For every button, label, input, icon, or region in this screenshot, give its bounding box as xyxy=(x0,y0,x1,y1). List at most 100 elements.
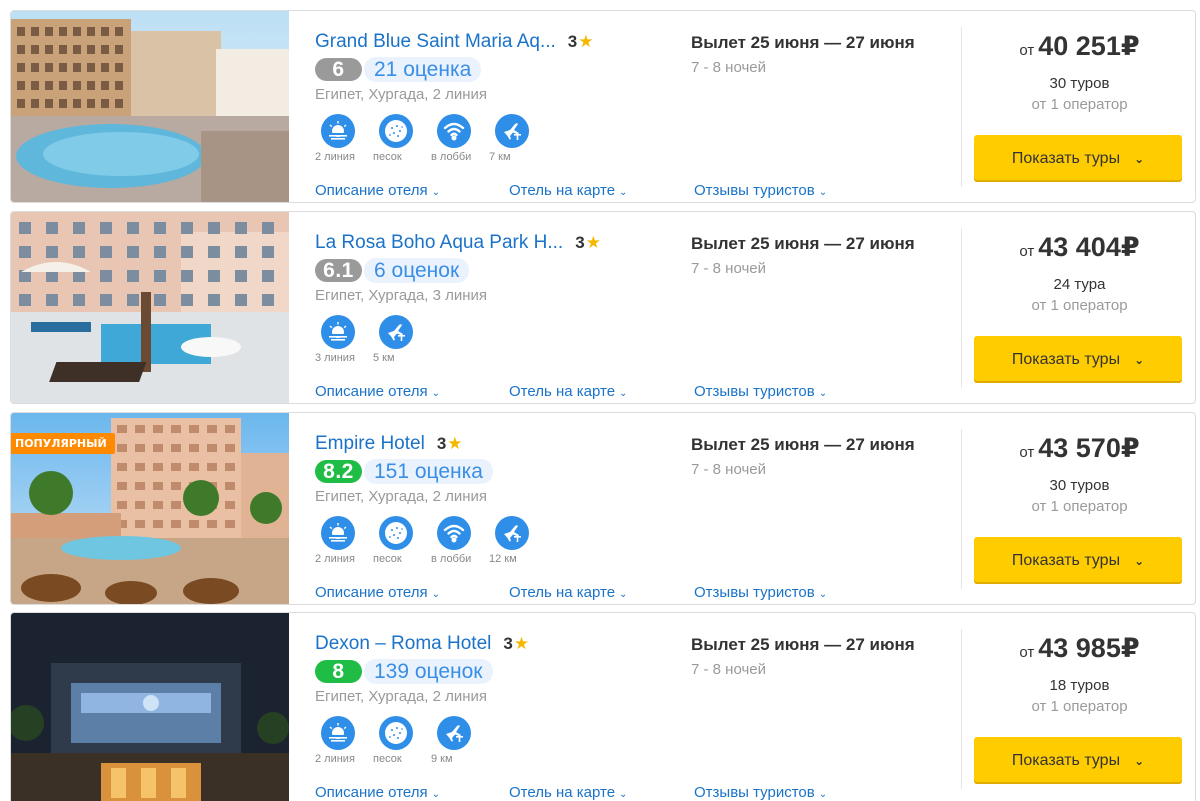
hotel-name-link[interactable]: La Rosa Boho Aqua Park H... xyxy=(315,232,563,254)
tourist-reviews-link[interactable]: Отзывы туристов ⌄ xyxy=(694,182,827,199)
hotel-map-link[interactable]: Отель на карте ⌄ xyxy=(509,784,627,801)
sand-icon xyxy=(379,716,413,750)
price-value: 40 251₽ xyxy=(1038,31,1140,61)
hotel-location: Египет, Хургада, 2 линия xyxy=(315,488,488,505)
amenity: песок xyxy=(373,516,431,566)
tours-count: 24 тура xyxy=(1053,276,1106,293)
departure-dates: Вылет 25 июня — 27 июня xyxy=(691,234,915,253)
beach-sunrise-icon xyxy=(321,315,355,349)
tourist-reviews-link[interactable]: Отзывы туристов ⌄ xyxy=(694,784,827,801)
chevron-down-icon: ⌄ xyxy=(818,789,828,800)
link-label: Описание отеля xyxy=(315,584,428,601)
hotel-map-link[interactable]: Отель на карте ⌄ xyxy=(509,182,627,199)
hotel-photo xyxy=(11,212,289,403)
hotel-description-link[interactable]: Описание отеля ⌄ xyxy=(315,784,440,801)
amenity-label: 2 линия xyxy=(315,151,355,163)
rating-score: 6 xyxy=(315,57,362,81)
star-icon: ★ xyxy=(513,634,530,653)
chevron-down-icon: ⌄ xyxy=(619,187,628,198)
ratings-count-link[interactable]: 6 оценок xyxy=(364,257,470,283)
rating-score: 8 xyxy=(315,659,362,683)
price: от 43 570₽ xyxy=(962,433,1195,464)
amenity-label: в лобби xyxy=(431,553,472,565)
hotel-photo xyxy=(11,11,289,202)
tours-count: 30 туров xyxy=(1049,75,1110,92)
chevron-down-icon: ⌄ xyxy=(431,388,441,399)
chevron-down-icon: ⌄ xyxy=(431,187,441,198)
tours-count: 30 туров xyxy=(1049,477,1110,494)
button-label: Показать туры xyxy=(1011,551,1121,569)
amenities-list: 3 линия 5 км xyxy=(315,315,685,365)
ratings-count-link[interactable]: 139 оценок xyxy=(364,658,493,684)
amenity-label: песок xyxy=(373,753,402,765)
ratings-count-link[interactable]: 21 оценка xyxy=(364,56,482,82)
button-label: Показать туры xyxy=(1011,350,1121,368)
hotel-name-link[interactable]: Dexon – Roma Hotel xyxy=(315,633,491,655)
hotel-photo-link[interactable]: ПОПУЛЯРНЫЙ xyxy=(11,413,289,604)
price-from-label: от xyxy=(1019,42,1035,59)
hotel-results-list: Grand Blue Saint Maria Aq... 3 ★ 6 21 оце… xyxy=(0,0,1200,801)
chevron-down-icon: ⌄ xyxy=(1134,753,1145,768)
chevron-down-icon: ⌄ xyxy=(818,589,828,600)
star-count: 3 xyxy=(436,434,447,453)
link-label: Отзывы туристов xyxy=(694,182,815,199)
show-tours-button[interactable]: Показать туры ⌄ xyxy=(974,336,1182,383)
amenity: 9 км xyxy=(431,716,489,766)
hotel-location: Египет, Хургада, 2 линия xyxy=(315,86,488,103)
price-from-label: от xyxy=(1019,243,1035,260)
show-tours-button[interactable]: Показать туры ⌄ xyxy=(974,537,1182,584)
amenities-list: 2 линия песок в лобби 12 км xyxy=(315,516,685,566)
rating-score: 6.1 xyxy=(315,258,362,282)
amenity: песок xyxy=(373,114,431,164)
amenity: в лобби xyxy=(431,114,489,164)
tours-count: 18 туров xyxy=(1049,677,1110,694)
price: от 43 985₽ xyxy=(962,633,1195,664)
amenity: 2 линия xyxy=(315,114,373,164)
sand-icon xyxy=(379,114,413,148)
price-value: 43 570₽ xyxy=(1038,433,1140,463)
show-tours-button[interactable]: Показать туры ⌄ xyxy=(974,135,1182,182)
show-tours-button[interactable]: Показать туры ⌄ xyxy=(974,737,1182,784)
link-label: Отзывы туристов xyxy=(694,584,815,601)
hotel-map-link[interactable]: Отель на карте ⌄ xyxy=(509,584,627,601)
hotel-description-link[interactable]: Описание отеля ⌄ xyxy=(315,584,440,601)
hotel-location: Египет, Хургада, 2 линия xyxy=(315,688,488,705)
hotel-description-link[interactable]: Описание отеля ⌄ xyxy=(315,182,440,199)
amenities-list: 2 линия песок 9 км xyxy=(315,716,685,766)
hotel-photo-link[interactable] xyxy=(11,613,289,801)
price-value: 43 404₽ xyxy=(1038,232,1140,262)
ratings-count-link[interactable]: 151 оценка xyxy=(364,458,493,484)
amenity: 12 км xyxy=(489,516,547,566)
amenity: 2 линия xyxy=(315,516,373,566)
beach-sunrise-icon xyxy=(321,516,355,550)
hotel-name-link[interactable]: Grand Blue Saint Maria Aq... xyxy=(315,31,556,53)
chevron-down-icon: ⌄ xyxy=(431,789,441,800)
button-label: Показать туры xyxy=(1011,149,1121,167)
tourist-reviews-link[interactable]: Отзывы туристов ⌄ xyxy=(694,584,827,601)
price: от 43 404₽ xyxy=(962,232,1195,263)
hotel-photo-link[interactable] xyxy=(11,212,289,403)
hotel-description-link[interactable]: Описание отеля ⌄ xyxy=(315,383,440,400)
hotel-name-link[interactable]: Empire Hotel xyxy=(315,433,425,455)
nights-count: 7 - 8 ночей xyxy=(691,661,767,678)
link-label: Описание отеля xyxy=(315,784,428,801)
tourist-reviews-link[interactable]: Отзывы туристов ⌄ xyxy=(694,383,827,400)
hotel-map-link[interactable]: Отель на карте ⌄ xyxy=(509,383,627,400)
operators-count: от 1 оператор xyxy=(1031,297,1128,314)
hotel-stars: 3 ★ xyxy=(568,32,594,52)
operators-count: от 1 оператор xyxy=(1031,498,1128,515)
star-icon: ★ xyxy=(578,32,594,51)
hotel-card: ПОПУЛЯРНЫЙ Empire Hotel 3 ★ 8.2 151 оценк… xyxy=(10,412,1196,605)
departure-dates: Вылет 25 июня — 27 июня xyxy=(691,635,915,654)
chevron-down-icon: ⌄ xyxy=(1134,553,1145,568)
link-label: Отель на карте xyxy=(509,784,616,801)
link-label: Отель на карте xyxy=(509,584,616,601)
sand-icon xyxy=(379,516,413,550)
amenity-label: 5 км xyxy=(373,352,395,364)
hotel-stars: 3 ★ xyxy=(575,233,601,253)
star-icon: ★ xyxy=(585,233,601,252)
departure-dates: Вылет 25 июня — 27 июня xyxy=(691,33,915,52)
hotel-photo-link[interactable] xyxy=(11,11,289,202)
airport-icon xyxy=(379,315,413,349)
operators-count: от 1 оператор xyxy=(1031,698,1128,715)
